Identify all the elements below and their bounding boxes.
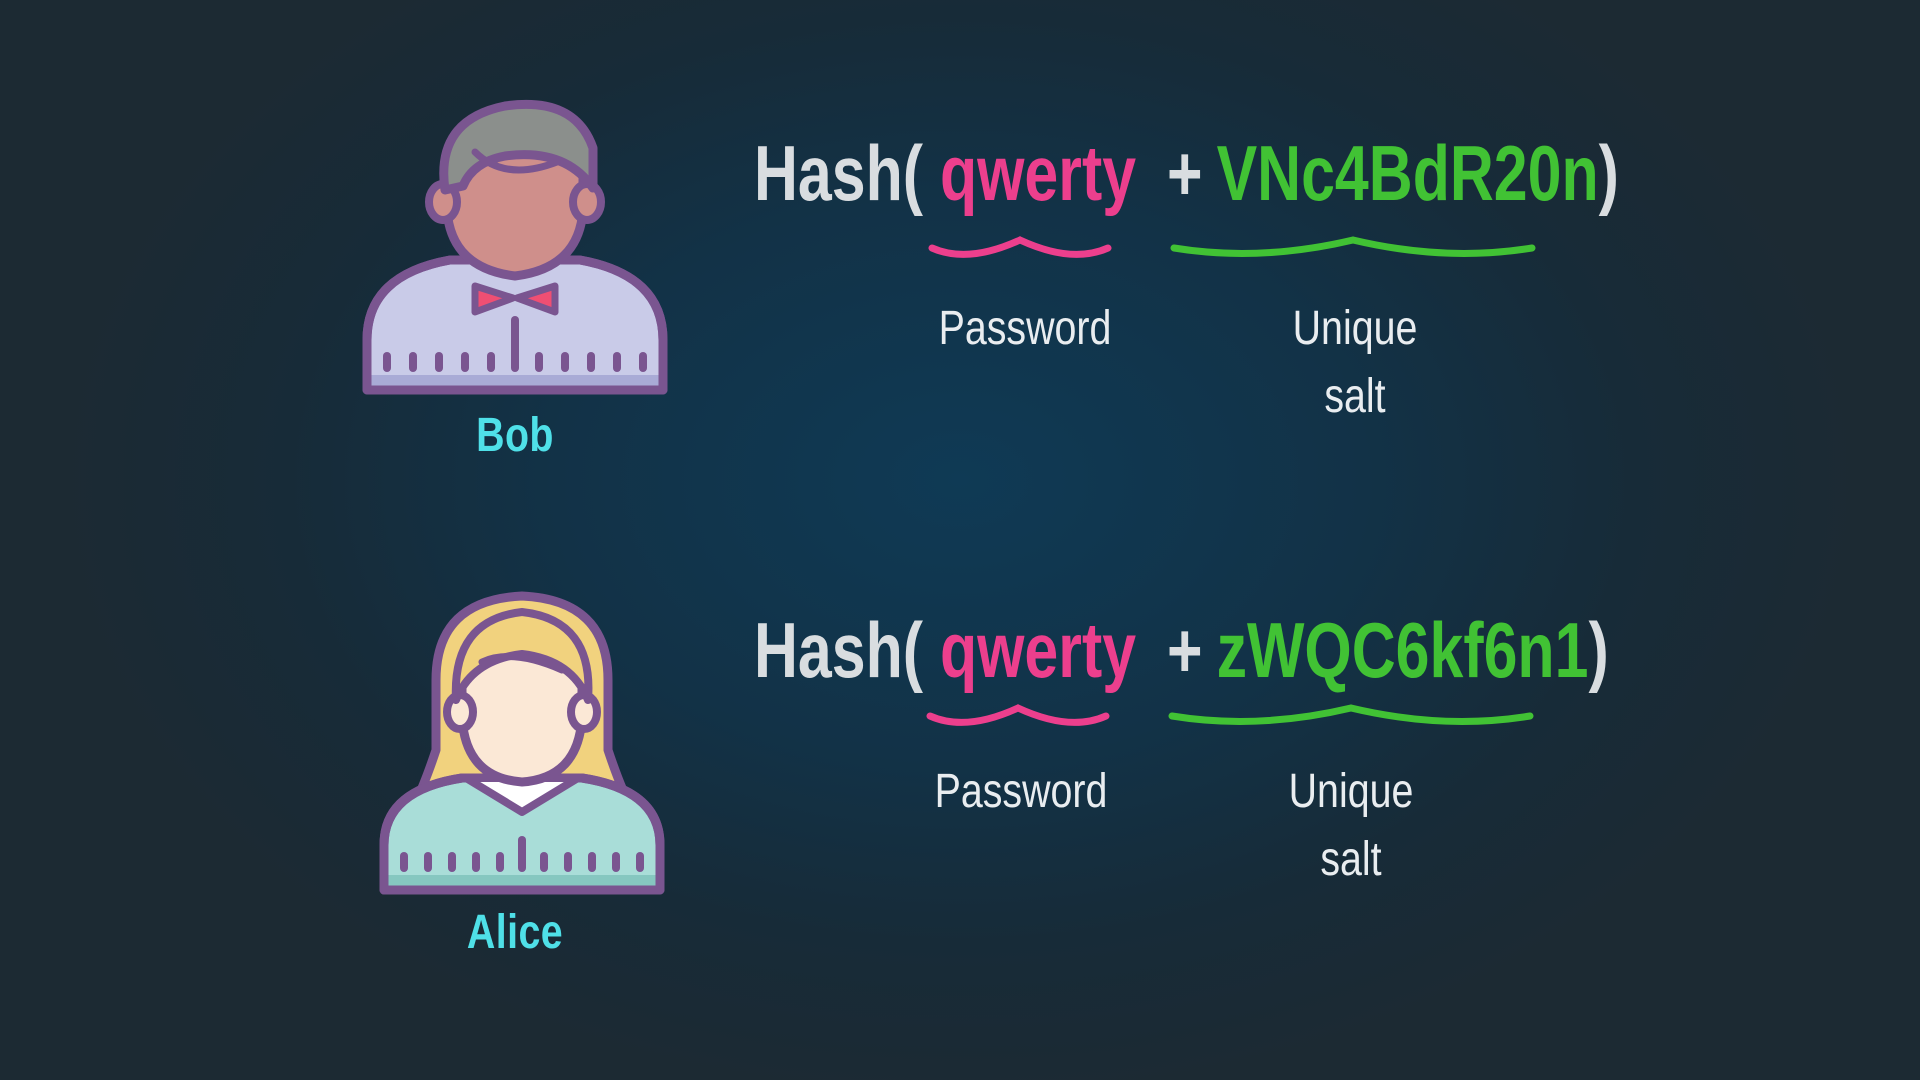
salt-label-line-1: Unique [1288,765,1414,818]
password-label: Password [938,302,1112,355]
plus-operator: + [1166,129,1203,217]
hash-function-label: Hash( [754,606,924,694]
salted-hash-diagram: Bob Hash( qwerty + VNc4BdR20n) Password U… [0,0,1920,1080]
woman-user-icon [362,590,682,910]
salt-label-line-1: Unique [1292,302,1418,355]
salt-value: zWQC6kf6n1 [1216,606,1589,694]
salt-label-line-2: salt [1320,833,1382,886]
password-value: qwerty [939,129,1137,217]
salt-value: VNc4BdR20n [1216,129,1599,217]
closing-paren: ) [1588,606,1609,694]
plus-operator: + [1166,606,1203,694]
man-user-icon [355,90,675,410]
password-brace [928,236,1112,258]
salt-brace [1168,704,1534,725]
salt-label-line-2: salt [1324,370,1386,423]
closing-paren: ) [1598,129,1619,217]
hash-function-label: Hash( [754,129,924,217]
hash-formula-bob: Hash( qwerty + VNc4BdR20n) [754,128,1619,219]
salt-brace [1170,236,1536,257]
password-brace [926,704,1110,726]
password-value: qwerty [939,606,1137,694]
user-name-alice: Alice [466,906,564,959]
password-label: Password [934,765,1108,818]
salt-label: Unique salt [1253,295,1458,431]
user-name-bob: Bob [476,409,554,462]
hash-formula-alice: Hash( qwerty + zWQC6kf6n1) [754,605,1609,696]
salt-label: Unique salt [1249,758,1454,894]
